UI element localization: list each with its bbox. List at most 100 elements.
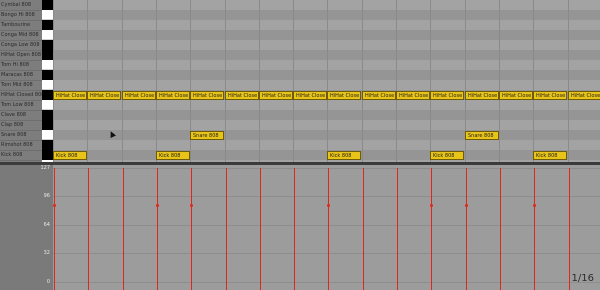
velocity-handle[interactable] [53,204,56,207]
lane-label[interactable]: Kick 808 [0,150,42,161]
piano-key[interactable] [42,150,53,160]
midi-note[interactable]: HiHat Close [156,91,190,100]
velocity-bar[interactable] [260,168,261,290]
piano-key[interactable] [42,30,53,40]
midi-note[interactable]: Kick 808 [53,151,87,160]
velocity-gridline [53,282,600,283]
piano-key[interactable] [42,70,53,80]
piano-key[interactable] [42,120,53,130]
lane-label[interactable]: Cymbal 808 [0,0,42,11]
midi-note[interactable]: Kick 808 [327,151,361,160]
midi-note[interactable]: Kick 808 [156,151,190,160]
velocity-bar[interactable] [466,168,467,290]
midi-note[interactable]: HiHat Close [53,91,87,100]
lane-label[interactable]: Conga Low 808 [0,40,42,51]
midi-note[interactable]: HiHat Close [225,91,259,100]
velocity-gridline [53,196,600,197]
velocity-bar[interactable] [328,168,329,290]
lane-label[interactable]: Bongo Hi 808 [0,10,42,21]
beat-line [533,0,534,162]
velocity-bar[interactable] [569,168,570,290]
beat-line [122,0,123,162]
beat-line [327,0,328,162]
velocity-bar[interactable] [363,168,364,290]
piano-key[interactable] [42,20,53,30]
midi-note[interactable]: HiHat Close [327,91,361,100]
midi-note[interactable]: HiHat Close [362,91,396,100]
velocity-gridline [53,225,600,226]
piano-key[interactable] [42,140,53,150]
piano-keys[interactable] [42,0,53,162]
lane-label[interactable]: Maracas 808 [0,70,42,81]
velocity-bar[interactable] [123,168,124,290]
piano-key[interactable] [42,80,53,90]
note-grid[interactable]: HiHat Close HiHat Close HiHat Close HiHat C… [53,0,600,162]
velocity-bar[interactable] [157,168,158,290]
lane-label[interactable]: Rimshot 808 [0,140,42,151]
beat-line [430,0,431,162]
drum-lane-labels: Cymbal 808 Bongo Hi 808 Tambourine Conga… [0,0,42,162]
velocity-handle[interactable] [465,204,468,207]
piano-key[interactable] [42,40,53,50]
velocity-handle[interactable] [533,204,536,207]
piano-key[interactable] [42,130,53,140]
velocity-bar[interactable] [500,168,501,290]
piano-key[interactable] [42,100,53,110]
piano-key[interactable] [42,10,53,20]
lane-label[interactable]: Tom Mid 808 [0,80,42,91]
midi-note[interactable]: HiHat Close [87,91,121,100]
midi-note[interactable]: HiHat Close [499,91,533,100]
lane-label[interactable]: Tom Low 808 [0,100,42,111]
midi-note[interactable]: HiHat Close [568,91,600,100]
midi-note[interactable]: Kick 808 [430,151,464,160]
velocity-bar[interactable] [191,168,192,290]
midi-note[interactable]: HiHat Close [190,91,224,100]
velocity-tick: 32 [43,250,50,256]
velocity-handle[interactable] [430,204,433,207]
lane-label[interactable]: Clap 808 [0,120,42,131]
piano-key[interactable] [42,0,53,10]
velocity-handle[interactable] [190,204,193,207]
beat-line [225,0,226,162]
velocity-bar[interactable] [397,168,398,290]
midi-note[interactable]: HiHat Close [396,91,430,100]
velocity-handle[interactable] [327,204,330,207]
velocity-bar[interactable] [88,168,89,290]
lane-label[interactable]: HiHat Closed 808 [0,90,42,101]
lane-label[interactable]: Snare 808 [0,130,42,141]
velocity-bar[interactable] [54,168,55,290]
velocity-tick: 64 [43,222,50,228]
beat-line [499,0,500,162]
piano-key[interactable] [42,60,53,70]
velocity-handle[interactable] [156,204,159,207]
velocity-tick: 0 [46,279,50,285]
midi-note[interactable]: HiHat Close [533,91,567,100]
midi-note[interactable]: HiHat Close [122,91,156,100]
midi-note[interactable]: Snare 808 [465,131,499,140]
beat-line [87,0,88,162]
midi-note[interactable]: HiHat Close [293,91,327,100]
lane-label[interactable]: Clave 808 [0,110,42,121]
beat-line [259,0,260,162]
velocity-bar[interactable] [294,168,295,290]
piano-key[interactable] [42,110,53,120]
piano-key[interactable] [42,50,53,60]
velocity-bar[interactable] [534,168,535,290]
velocity-tick: 127 [40,165,50,171]
midi-note[interactable]: Snare 808 [190,131,224,140]
velocity-lane[interactable] [53,165,600,290]
lane-label[interactable]: Tambourine [0,20,42,31]
midi-note[interactable]: Kick 808 [533,151,567,160]
midi-note[interactable]: HiHat Close [465,91,499,100]
grid-size-indicator[interactable]: 1/16 [572,273,594,284]
midi-note[interactable]: HiHat Close [259,91,293,100]
lane-label[interactable]: HiHat Open 808 [0,50,42,61]
lane-label[interactable]: Tom Hi 808 [0,60,42,71]
velocity-bar[interactable] [431,168,432,290]
midi-note[interactable]: HiHat Close [430,91,464,100]
beat-line [362,0,363,162]
lane-label[interactable]: Conga Mid 808 [0,30,42,41]
beat-line [568,0,569,162]
velocity-bar[interactable] [226,168,227,290]
piano-key[interactable] [42,90,53,100]
